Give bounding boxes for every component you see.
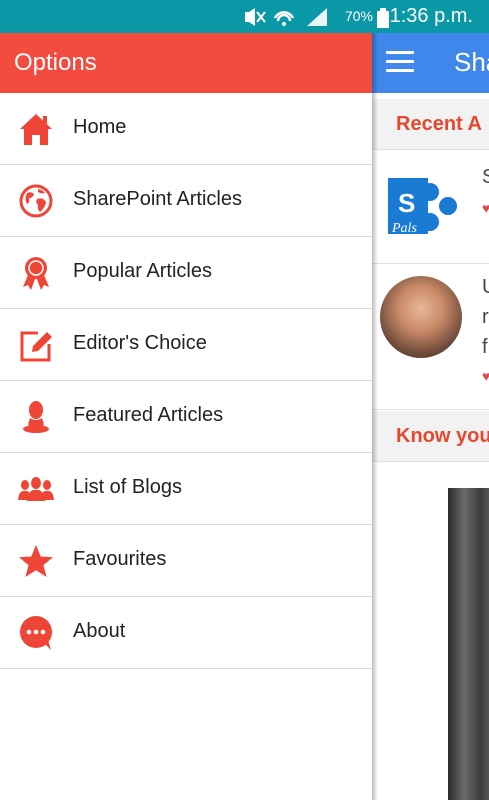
menu-item-editors-choice[interactable]: Editor's Choice (0, 309, 372, 381)
navigation-drawer: Options Home SharePoint Articles Popular… (0, 33, 372, 800)
app-bar: Sha (372, 33, 489, 93)
recent-articles-header: Recent A (372, 99, 489, 150)
status-icons (243, 6, 329, 33)
spals-logo-icon: S Pals (388, 178, 457, 236)
article-title-line: U (482, 276, 489, 299)
like-icon: ♥ (482, 200, 489, 216)
menu-item-label: List of Blogs (73, 476, 182, 498)
star-icon (19, 545, 53, 577)
author-avatar (380, 276, 462, 358)
recent-articles-label: Recent A (396, 113, 482, 135)
featured-photo[interactable] (448, 488, 489, 800)
article-item[interactable]: U r f ♥ (372, 264, 489, 410)
article-title-line: f (482, 336, 488, 358)
menu-item-label: About (73, 620, 126, 642)
know-your-label: Know you (396, 425, 489, 447)
battery-percent: 70% (344, 8, 373, 24)
menu-item-label: Editor's Choice (73, 332, 207, 354)
menu-item-label: Home (73, 116, 127, 138)
menu-item-label: Favourites (73, 548, 167, 570)
hamburger-menu-icon[interactable] (386, 51, 414, 73)
edit-icon (20, 331, 52, 362)
know-your-header: Know you (372, 411, 489, 462)
menu-item-favourites[interactable]: Favourites (0, 525, 372, 597)
drawer-header: Options (0, 33, 372, 93)
battery-icon (377, 8, 389, 28)
menu-item-featured-articles[interactable]: Featured Articles (0, 381, 372, 453)
svg-text:S: S (398, 188, 415, 218)
clock: 1:36 p.m. (389, 5, 473, 27)
home-icon (20, 114, 52, 145)
menu-item-about[interactable]: About (0, 597, 372, 669)
like-icon: ♥ (482, 368, 489, 384)
status-bar: 70% 1:36 p.m. (0, 0, 489, 33)
menu-item-home[interactable]: Home (0, 93, 372, 165)
person-icon (23, 401, 49, 433)
menu-item-popular-articles[interactable]: Popular Articles (0, 237, 372, 309)
menu-item-list-of-blogs[interactable]: List of Blogs (0, 453, 372, 525)
svg-text:Pals: Pals (391, 221, 417, 236)
main-content: Sha Recent A S Pals S ♥ U r f ♥ Know you (372, 33, 489, 800)
app-title: Sha (454, 47, 489, 77)
menu-item-label: Featured Articles (73, 404, 224, 426)
drawer-shadow (372, 33, 378, 800)
group-icon (18, 477, 54, 501)
article-title-line: r (482, 306, 489, 328)
drawer-title: Options (14, 49, 97, 76)
article-item[interactable]: S Pals S ♥ (372, 150, 489, 264)
mute-wifi-signal-icon (245, 8, 327, 26)
globe-icon (19, 184, 53, 218)
menu-item-sharepoint-articles[interactable]: SharePoint Articles (0, 165, 372, 237)
menu-item-label: Popular Articles (73, 260, 212, 282)
chat-bubble-icon (20, 616, 52, 650)
award-ribbon-icon (23, 257, 49, 290)
article-title: S (482, 166, 489, 188)
drawer-menu: Home SharePoint Articles Popular Article… (0, 93, 372, 669)
menu-item-label: SharePoint Articles (73, 188, 242, 210)
